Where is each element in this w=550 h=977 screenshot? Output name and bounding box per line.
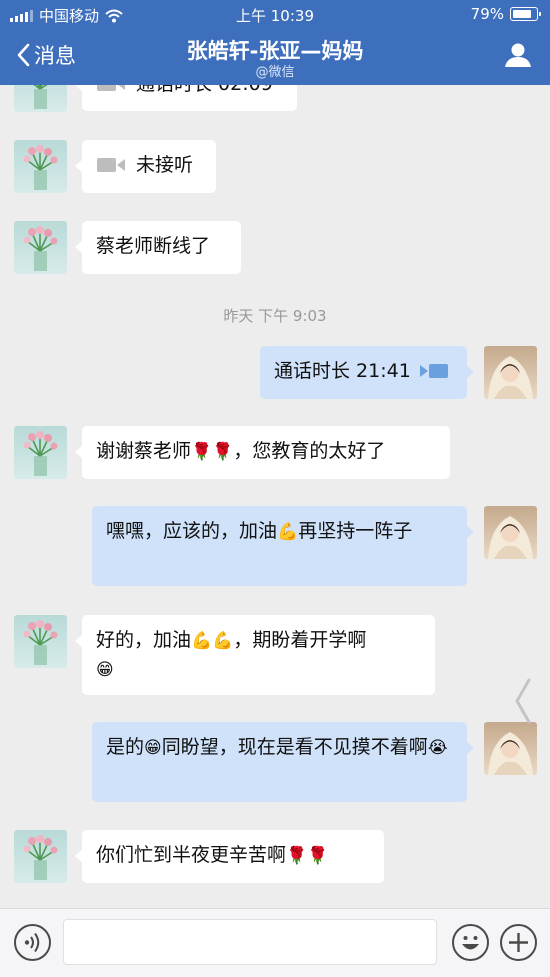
emoji-button[interactable] bbox=[452, 924, 489, 961]
voice-button[interactable] bbox=[14, 924, 51, 961]
call-record-text: 通话时长 21:41 bbox=[274, 360, 411, 382]
grin-emoji: 😁 bbox=[144, 738, 162, 758]
call-record-bubble[interactable]: 通话时长 02:09 bbox=[75, 85, 297, 111]
message-bubble[interactable]: 好的，加油💪💪，期盼着开学啊 😁 bbox=[75, 615, 435, 695]
missed-call-bubble[interactable]: 未接听 bbox=[75, 140, 216, 193]
person-icon bbox=[505, 43, 531, 67]
contact-avatar[interactable] bbox=[14, 615, 67, 668]
contact-avatar[interactable] bbox=[14, 85, 67, 112]
voice-icon bbox=[24, 932, 40, 953]
message-text: 再坚持一阵子 bbox=[298, 520, 413, 542]
side-handle-icon[interactable] bbox=[513, 678, 533, 724]
status-bar: 中国移动 上午 10:39 79% bbox=[0, 0, 550, 30]
nav-bar: 消息 张皓轩-张亚—妈妈 @微信 bbox=[0, 30, 550, 85]
contact-avatar[interactable] bbox=[14, 426, 67, 479]
input-bar bbox=[0, 908, 550, 977]
my-avatar[interactable] bbox=[484, 722, 537, 775]
message-bubble[interactable]: 你们忙到半夜更辛苦啊🌹🌹 bbox=[75, 830, 384, 883]
message-text: ，期盼着开学啊 bbox=[233, 629, 367, 651]
message-bubble[interactable]: 蔡老师断线了 bbox=[75, 221, 241, 274]
message-text: 好的，加油 bbox=[96, 629, 192, 651]
timestamp: 昨天 下午 9:03 bbox=[223, 307, 327, 325]
crying-emoji: 😭 bbox=[427, 738, 448, 758]
contact-info-button[interactable] bbox=[504, 42, 532, 72]
battery-percent: 79% bbox=[470, 5, 504, 23]
muscle-emoji: 💪💪 bbox=[191, 631, 234, 651]
call-record-bubble[interactable]: 通话时长 21:41 bbox=[260, 346, 474, 399]
chat-area[interactable]: 通话时长 02:09 未接听 蔡老师断线了 昨天 下午 9:03 通话时长 21… bbox=[0, 85, 550, 908]
message-bubble[interactable]: 嘿嘿，应该的，加油💪再坚持一阵子 bbox=[92, 506, 474, 586]
message-bubble[interactable]: 是的😁同盼望，现在是看不见摸不着啊😭 bbox=[92, 722, 474, 802]
my-avatar[interactable] bbox=[484, 506, 537, 559]
emoji-icon bbox=[462, 936, 479, 950]
grin-emoji: 😁 bbox=[96, 660, 114, 680]
plus-icon bbox=[509, 933, 528, 952]
message-text: 是的 bbox=[106, 736, 145, 758]
message-text: 谢谢蔡老师 bbox=[96, 440, 192, 462]
contact-avatar[interactable] bbox=[14, 221, 67, 274]
call-record-text: 通话时长 02:09 bbox=[136, 85, 273, 98]
message-text: 你们忙到半夜更辛苦啊 bbox=[96, 844, 287, 866]
my-avatar[interactable] bbox=[484, 346, 537, 399]
video-call-icon bbox=[97, 85, 125, 91]
message-text: 同盼望，现在是看不见摸不着啊 bbox=[161, 736, 428, 758]
status-right: 79% bbox=[470, 5, 541, 23]
message-bubble[interactable]: 谢谢蔡老师🌹🌹，您教育的太好了 bbox=[75, 426, 450, 479]
battery-icon bbox=[510, 7, 541, 21]
video-call-icon bbox=[419, 364, 448, 378]
rose-emoji: 🌹🌹 bbox=[286, 846, 329, 866]
call-record-text: 未接听 bbox=[136, 154, 194, 176]
more-button[interactable] bbox=[500, 924, 537, 961]
message-input[interactable] bbox=[63, 919, 437, 965]
message-text: 蔡老师断线了 bbox=[96, 235, 211, 257]
chat-subtitle: @微信 bbox=[255, 65, 295, 80]
status-time: 上午 10:39 bbox=[236, 7, 314, 25]
muscle-emoji: 💪 bbox=[277, 522, 299, 542]
contact-avatar[interactable] bbox=[14, 830, 67, 883]
video-call-icon bbox=[97, 158, 125, 172]
rose-emoji: 🌹🌹 bbox=[191, 442, 234, 462]
message-text: ，您教育的太好了 bbox=[233, 440, 386, 462]
message-text: 嘿嘿，应该的，加油 bbox=[106, 520, 278, 542]
contact-avatar[interactable] bbox=[14, 140, 67, 193]
